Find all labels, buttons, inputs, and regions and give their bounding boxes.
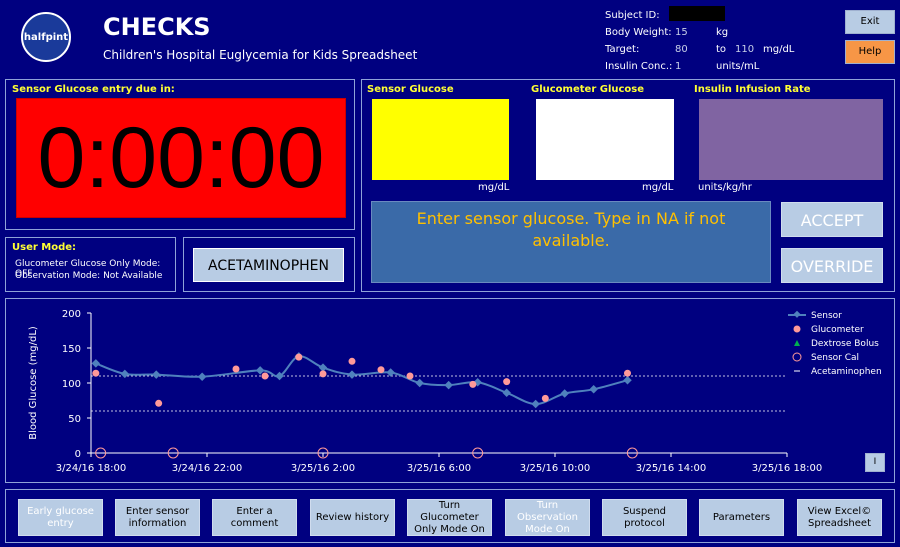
insulin-conc-value: 1 [675,61,682,72]
sensor-data-point [197,372,207,381]
sensor-data-point [623,375,632,385]
y-tick-label: 200 [62,309,81,320]
sensor-data-point [415,378,424,388]
sensor-data-point [347,370,357,379]
subject-id-label: Subject ID: [605,10,660,21]
chart-info-button[interactable]: I [865,453,885,472]
insulin-conc-unit: units/mL [716,61,760,72]
glucometer-data-point [377,366,385,374]
glucometer-data-point [155,399,163,407]
sensor-unit: mg/dL [478,182,510,193]
bottom-button-1[interactable]: Early glucose entry [18,499,103,536]
body-weight-label: Body Weight: [605,27,672,38]
sensor-data-point [502,388,511,398]
timer-label: Sensor Glucose entry due in: [12,84,175,95]
bottom-button-4[interactable]: Review history [310,499,395,536]
sensor-data-point [560,389,569,398]
app-title: CHECKS [103,13,211,41]
y-tick-label: 100 [62,379,81,390]
sensor-data-point [386,368,395,377]
x-tick-label: 3/24/16 22:00 [172,463,243,474]
glucometer-glucose-label: Glucometer Glucose [531,84,645,95]
target-label: Target: [605,44,640,55]
glucometer-data-point [261,372,269,380]
target-high-value: 110 [735,44,755,55]
legend-label: Sensor [811,311,842,321]
bottom-button-6[interactable]: Turn Observation Mode On [505,499,590,536]
glucometer-data-point [232,365,240,373]
bottom-button-2[interactable]: Enter sensor information [115,499,200,536]
sensor-glucose-label: Sensor Glucose [367,84,454,95]
insulin-conc-label: Insulin Conc.: [605,61,673,72]
x-tick-label: 3/25/16 10:00 [520,463,591,474]
subject-id-value [669,6,725,21]
glucometer-data-point [406,372,414,380]
glucometer-data-point [624,369,631,377]
legend-label: Glucometer [811,325,864,335]
bottom-button-5[interactable]: Turn Glucometer Only Mode On [407,499,492,536]
sensor-data-point [589,385,598,394]
observation-mode-status: Observation Mode: Not Available [15,271,163,281]
sensor-data-point [91,359,101,368]
y-tick-label: 50 [68,414,81,425]
target-to-label: to [716,44,727,55]
halfpint-logo: halfpint [21,12,71,62]
body-weight-value: 15 [675,27,688,38]
body-weight-unit: kg [716,27,729,38]
user-mode-panel: User Mode: Glucometer Glucose Only Mode:… [5,237,176,292]
glucometer-data-point [503,378,511,386]
glucometer-data-point [92,369,100,377]
countdown-timer: 0:00:00 [16,98,346,218]
insulin-rate-display [699,99,883,180]
override-button[interactable]: OVERRIDE [781,248,883,283]
insulin-unit: units/kg/hr [698,182,752,193]
x-tick-label: 3/25/16 14:00 [636,463,707,474]
x-tick-label: 3/25/16 2:00 [291,463,355,474]
glucometer-unit: mg/dL [642,182,674,193]
glucometer-data-point [469,380,477,388]
glucometer-data-point [295,353,303,361]
bottom-button-9[interactable]: View Excel© Spreadsheet [797,499,882,536]
insulin-rate-label: Insulin Infusion Rate [694,84,811,95]
sensor-glucose-input[interactable] [372,99,509,180]
x-tick-label: 3/24/16 18:00 [56,463,127,474]
glucometer-data-point [319,370,327,378]
sensor-data-point [120,369,130,379]
user-mode-label: User Mode: [12,242,77,253]
legend-label: Sensor Cal [811,353,859,363]
legend-label: Dextrose Bolus [811,339,879,349]
y-tick-label: 150 [62,344,81,355]
legend-sensor-marker [793,310,801,318]
bottom-button-7[interactable]: Suspend protocol [602,499,687,536]
exit-button[interactable]: Exit [845,10,895,34]
instruction-message: Enter sensor glucose. Type in NA if not … [371,201,771,283]
legend-glucometer-symbol [793,325,801,333]
glucometer-data-point [348,357,356,365]
y-axis-title: Blood Glucose (mg/dL) [28,326,39,440]
help-button[interactable]: Help [845,40,895,64]
x-tick-label: 3/25/16 6:00 [407,463,471,474]
sensor-data-point [444,380,453,390]
target-low-value: 80 [675,44,688,55]
legend-sensor-cal-symbol [792,352,802,362]
acetaminophen-button[interactable]: ACETAMINOPHEN [193,248,344,282]
accept-button[interactable]: ACCEPT [781,202,883,237]
legend-label: Acetaminophen [811,367,882,377]
bottom-button-8[interactable]: Parameters [699,499,784,536]
target-unit: mg/dL [763,44,795,55]
sensor-data-point [531,399,540,409]
glucometer-data-point [541,394,549,402]
bottom-button-3[interactable]: Enter a comment [212,499,297,536]
x-tick-label: 3/25/16 18:00 [752,463,823,474]
app-subtitle: Children's Hospital Euglycemia for Kids … [103,48,418,62]
glucometer-glucose-input[interactable] [536,99,674,180]
glucose-chart: 0 50 100 150 200 3/24/16 18:00 3/24/16 22:00 3/… [28,309,882,474]
legend-dextrose-symbol [794,340,800,346]
sensor-data-point [152,370,161,379]
y-tick-label: 0 [75,449,81,460]
